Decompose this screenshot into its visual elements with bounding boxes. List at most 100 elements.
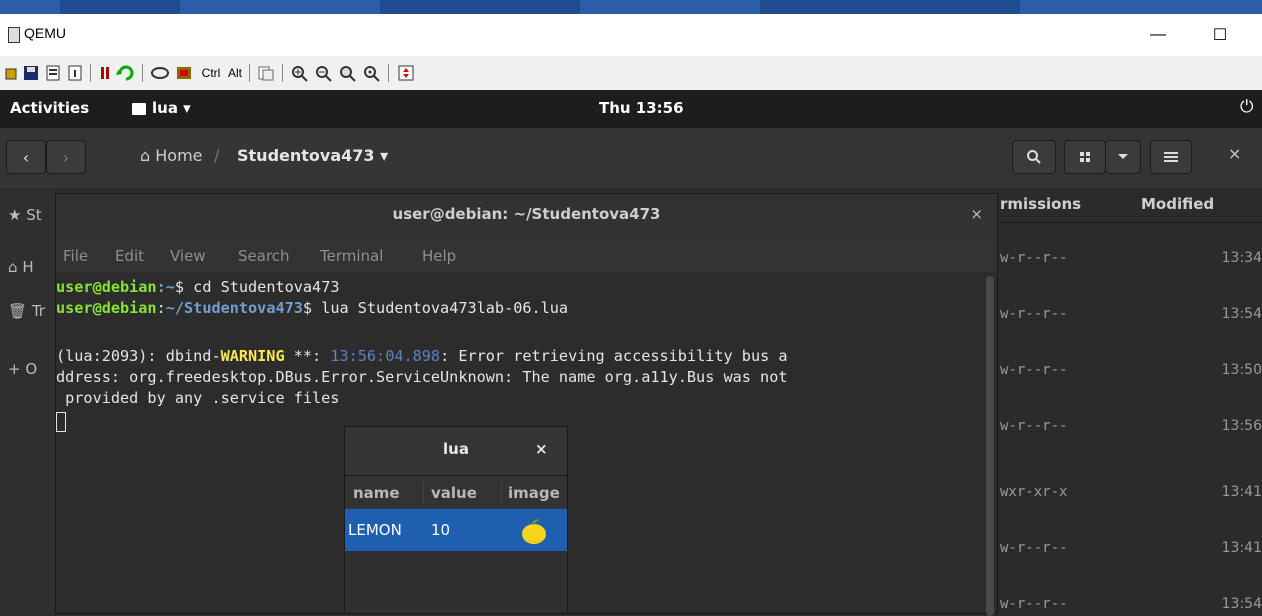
perm-cell: w-r--r-- — [1000, 418, 1068, 434]
modified-cell: 13:56 — [1221, 418, 1262, 434]
back-button[interactable]: ‹ — [6, 140, 46, 174]
view-grid-button[interactable] — [1064, 140, 1106, 174]
zoom-in-icon[interactable] — [290, 64, 310, 82]
open-icon[interactable] — [4, 64, 18, 82]
clipboard-icon[interactable] — [256, 64, 276, 82]
table-row[interactable]: w-r--r-- 13:54 — [995, 582, 1262, 614]
sidebar-item-label: Tr — [31, 302, 45, 320]
properties-icon[interactable] — [44, 64, 62, 82]
gnome-top-bar: Activities lua ▾ Thu 13:56 ⏻ — [0, 90, 1262, 128]
sidebar-item-label: H — [22, 258, 34, 276]
terminal-title: user@debian: ~/Studentova473 — [392, 205, 661, 223]
table-row[interactable]: LEMON 10 — [345, 509, 567, 551]
breadcrumb-current[interactable]: Studentova473 ▾ — [237, 146, 388, 165]
perm-cell: w-r--r-- — [1000, 362, 1068, 378]
app-menu-button[interactable]: lua ▾ — [152, 99, 191, 117]
sidebar-item-label: St — [26, 206, 42, 224]
activities-button[interactable]: Activities — [10, 99, 89, 117]
power-icon[interactable]: ⏻ — [1240, 97, 1253, 117]
grid-icon — [1080, 152, 1090, 162]
perm-cell: w-r--r-- — [1000, 540, 1068, 556]
lua-dialog: lua × name value image LEMON 10 — [344, 426, 568, 614]
close-icon[interactable]: × — [535, 440, 548, 458]
breadcrumb-home[interactable]: ⌂ Home — [140, 146, 203, 165]
qemu-app-icon — [8, 27, 20, 43]
menu-search[interactable]: Search — [238, 247, 290, 265]
sidebar-item-starred[interactable]: ★ St — [8, 206, 42, 224]
table-row[interactable]: w-r--r-- 13:56 — [995, 404, 1262, 460]
reset-icon[interactable] — [116, 64, 136, 82]
menu-view[interactable]: View — [170, 247, 206, 265]
menu-edit[interactable]: Edit — [115, 247, 144, 265]
chevron-right-icon: › — [62, 147, 70, 167]
keyboard-icon[interactable] — [150, 64, 170, 82]
trash-icon: 🗑 — [8, 302, 28, 320]
table-row[interactable]: w-r--r-- 13:34 — [995, 236, 1262, 292]
column-modified[interactable]: Modified — [1141, 195, 1214, 213]
terminal-titlebar: user@debian: ~/Studentova473 × — [56, 194, 997, 238]
column-name[interactable]: name — [353, 484, 400, 502]
search-icon — [1027, 150, 1041, 164]
minimize-button[interactable]: — — [1138, 20, 1178, 50]
sidebar-item-label: O — [25, 360, 38, 378]
ctrl-key-button[interactable]: Ctrl — [198, 64, 224, 82]
mouse-icon[interactable] — [174, 64, 194, 82]
sidebar-item-home[interactable]: ⌂ H — [8, 258, 34, 276]
files-sidebar: ★ St ⌂ H 🗑 Tr + O — [0, 188, 56, 614]
menu-help[interactable]: Help — [422, 247, 456, 265]
view-options-button[interactable] — [1105, 140, 1141, 174]
host-taskbar-strip — [0, 0, 1262, 14]
column-permissions[interactable]: rmissions — [1000, 195, 1081, 213]
scrollbar[interactable] — [986, 276, 994, 616]
files-headerbar: ‹ › ⌂ Home / Studentova473 ▾ × — [0, 128, 1262, 188]
terminal-line: (lua:2093): dbind-WARNING **: 13:56:04.8… — [56, 347, 788, 365]
zoom-fit-icon[interactable] — [338, 64, 358, 82]
modified-cell: 13:34 — [1221, 250, 1262, 266]
table-row[interactable]: wxr-xr-x 13:41 — [995, 470, 1262, 526]
search-button[interactable] — [1012, 140, 1056, 174]
home-icon: ⌂ — [8, 258, 18, 276]
pause-icon[interactable] — [98, 64, 112, 82]
app-icon — [132, 103, 146, 115]
sidebar-item-other-locations[interactable]: + O — [8, 360, 37, 378]
close-icon[interactable]: × — [970, 205, 983, 223]
menu-button[interactable] — [1150, 140, 1192, 174]
terminal-line: user@debian:~$ cd Studentova473 — [56, 278, 340, 296]
chevron-down-icon — [1118, 154, 1128, 159]
terminal-menubar: File Edit View Search Terminal Help — [56, 238, 997, 272]
lua-table-header: name value image — [345, 475, 567, 511]
alt-key-button[interactable]: Alt — [226, 64, 244, 82]
close-icon[interactable]: × — [1228, 144, 1241, 163]
info-icon[interactable] — [66, 64, 84, 82]
terminal-line: user@debian:~/Studentova473$ lua Student… — [56, 299, 569, 317]
table-row[interactable]: w-r--r-- 13:41 — [995, 526, 1262, 582]
save-icon[interactable] — [22, 64, 40, 82]
modified-cell: 13:50 — [1221, 362, 1262, 378]
lua-dialog-title: lua — [443, 440, 469, 458]
maximize-button[interactable]: ☐ — [1200, 20, 1240, 50]
text-cursor — [56, 412, 66, 432]
clock[interactable]: Thu 13:56 — [599, 99, 684, 117]
menu-terminal[interactable]: Terminal — [320, 247, 383, 265]
star-icon: ★ — [8, 206, 22, 224]
menu-file[interactable]: File — [63, 247, 88, 265]
chevron-left-icon: ‹ — [22, 147, 30, 167]
qemu-toolbar: Ctrl Alt — [0, 56, 1262, 91]
table-row[interactable]: w-r--r-- 13:54 — [995, 292, 1262, 348]
value-cell: 10 — [431, 521, 451, 539]
zoom-out-icon[interactable] — [314, 64, 334, 82]
terminal-line: ddress: org.freedesktop.DBus.Error.Servi… — [56, 368, 788, 386]
hamburger-icon — [1164, 152, 1178, 162]
fullscreen-icon[interactable] — [396, 64, 416, 82]
table-row[interactable]: w-r--r-- 13:50 — [995, 348, 1262, 404]
column-value[interactable]: value — [431, 484, 477, 502]
qemu-titlebar: QEMU — ☐ — [0, 14, 1262, 56]
zoom-reset-icon[interactable] — [362, 64, 382, 82]
forward-button[interactable]: › — [46, 140, 86, 174]
sidebar-item-trash[interactable]: 🗑 Tr — [8, 302, 45, 320]
breadcrumb-separator: / — [214, 146, 220, 165]
column-image[interactable]: image — [508, 484, 560, 502]
terminal-line: provided by any .service files — [56, 389, 340, 407]
qemu-window-title: QEMU — [24, 25, 66, 41]
perm-cell: wxr-xr-x — [1000, 484, 1068, 500]
